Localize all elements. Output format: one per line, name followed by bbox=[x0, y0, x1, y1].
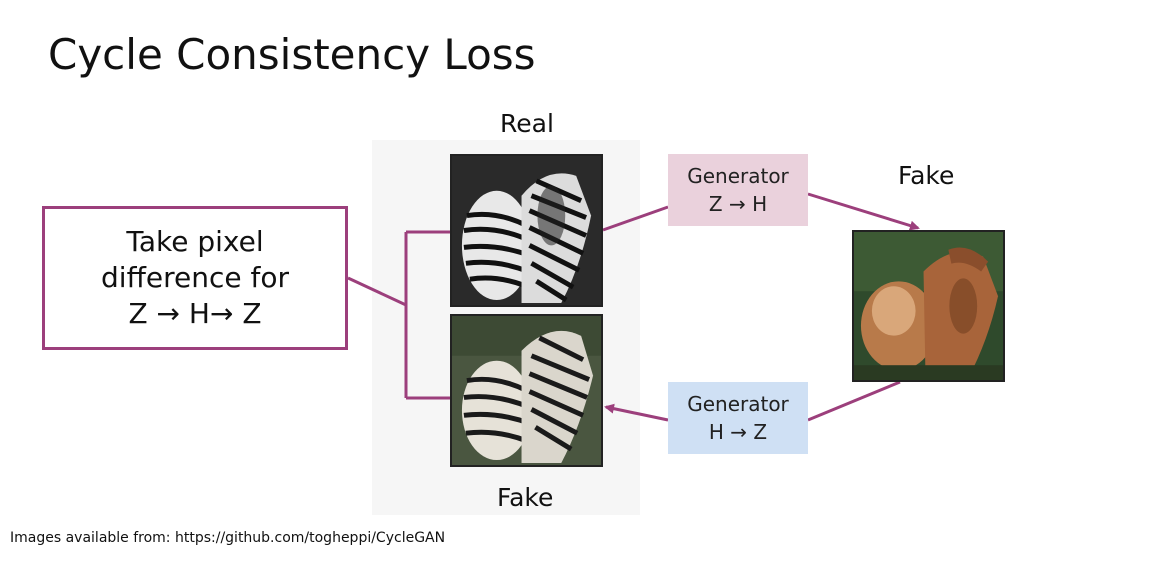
note-line-1: Take pixel bbox=[126, 225, 264, 258]
note-line-2: difference for bbox=[101, 261, 289, 294]
line-real-to-generator bbox=[602, 205, 669, 232]
generator-z-to-h-name: Generator bbox=[687, 164, 789, 188]
fake-horse-image bbox=[852, 230, 1005, 382]
bracket-line bbox=[347, 230, 450, 400]
label-fake-zebra: Fake bbox=[497, 483, 554, 512]
arrow-generator-to-fake-zebra bbox=[604, 403, 669, 422]
arrow-generator-to-fake-horse bbox=[807, 192, 920, 231]
fake-zebra-image bbox=[450, 314, 603, 467]
note-line-3: Z → H→ Z bbox=[128, 297, 262, 330]
image-source-footnote: Images available from: https://github.co… bbox=[10, 530, 446, 546]
generator-z-to-h: Generator Z → H bbox=[668, 154, 808, 226]
line-fake-horse-to-generator bbox=[807, 380, 901, 422]
pixel-difference-note: Take pixel difference for Z → H→ Z bbox=[42, 206, 348, 350]
generator-z-to-h-mapping: Z → H bbox=[708, 192, 768, 216]
label-real: Real bbox=[500, 109, 554, 138]
real-zebra-image bbox=[450, 154, 603, 307]
generator-h-to-z-mapping: H → Z bbox=[708, 420, 768, 444]
generator-h-to-z: Generator H → Z bbox=[668, 382, 808, 454]
generator-h-to-z-name: Generator bbox=[687, 392, 789, 416]
label-fake-horse: Fake bbox=[898, 161, 955, 190]
